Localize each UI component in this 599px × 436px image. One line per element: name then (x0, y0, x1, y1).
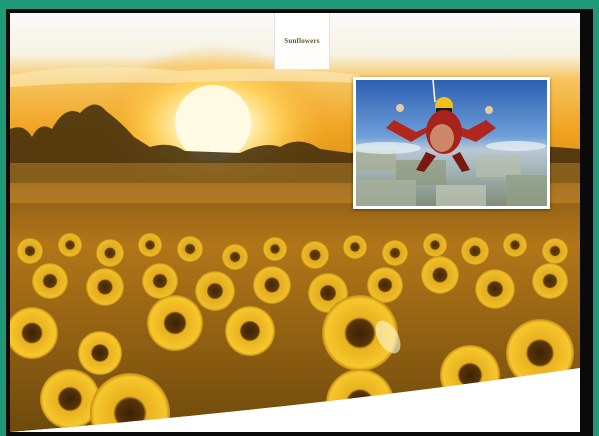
webpage: Sunflowers (10, 13, 580, 432)
right-edge (586, 9, 593, 436)
site-logo[interactable]: Sunflowers (274, 13, 330, 70)
skydiver-image (356, 80, 547, 206)
hero-image (10, 13, 580, 432)
browser-viewport: Sunflowers (6, 9, 593, 436)
skydiver-photo (353, 77, 550, 209)
logo-text: Sunflowers (284, 37, 320, 45)
